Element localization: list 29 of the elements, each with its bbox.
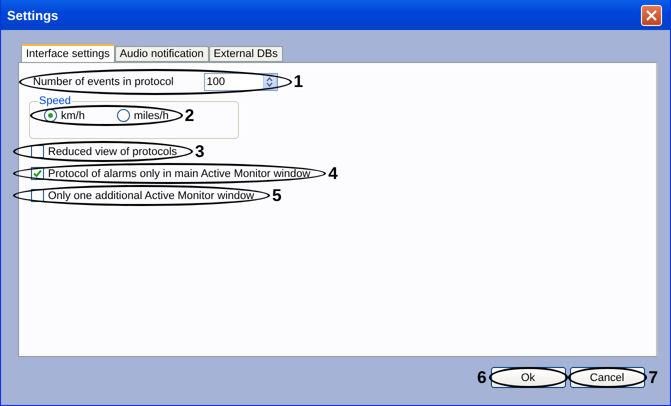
callout-number: 1: [294, 72, 304, 92]
radio-label: km/h: [61, 110, 85, 122]
checkbox[interactable]: [31, 145, 44, 158]
close-icon: [646, 10, 657, 20]
tab[interactable]: External DBs: [208, 46, 283, 62]
up-down-icon: [266, 76, 274, 88]
callout-number: 6: [477, 368, 487, 388]
number-input[interactable]: 100: [204, 76, 263, 88]
radio-button[interactable]: [44, 109, 57, 122]
number-spinner[interactable]: 100: [204, 73, 278, 91]
close-button[interactable]: [641, 4, 662, 26]
checkbox-label: Reduced view of protocols: [48, 146, 178, 158]
group-title: Speed: [38, 95, 72, 107]
checkbox-label: Only one additional Active Monitor window: [48, 190, 254, 202]
radio-label: miles/h: [134, 110, 169, 122]
tab[interactable]: Interface settings: [21, 44, 115, 62]
tab[interactable]: Audio notification: [114, 46, 209, 62]
check-icon: [33, 169, 42, 178]
dialog-button[interactable]: Ok: [490, 367, 566, 388]
dialog-button[interactable]: Cancel: [570, 367, 645, 388]
field-label: Number of events in protocol: [33, 76, 174, 88]
radio-button[interactable]: [116, 109, 130, 122]
callout-number: 2: [184, 106, 194, 126]
checkbox-label: Protocol of alarms only in main Active Monitor window: [48, 168, 310, 180]
window-title: Settings: [7, 8, 58, 22]
callout-number: 7: [648, 368, 658, 388]
callout-number: 4: [328, 164, 338, 184]
callout-number: 3: [195, 142, 204, 162]
callout-number: 5: [272, 186, 282, 206]
